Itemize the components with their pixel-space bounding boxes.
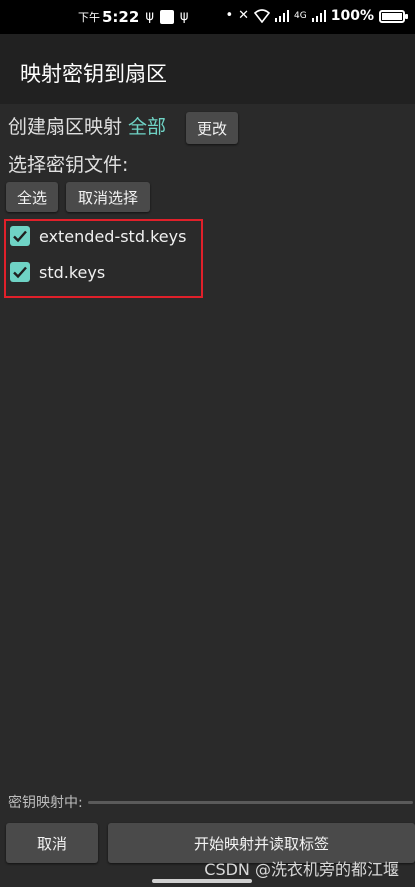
sector-mapping-label: 创建扇区映射 [8,116,123,138]
key-file-name: extended-std.keys [39,226,187,246]
key-file-name: std.keys [39,262,106,282]
usb-icon: ψ [145,9,154,24]
key-file-item[interactable]: std.keys [10,262,105,282]
sector-mapping-value: 全部 [128,116,167,138]
battery-icon [379,9,408,23]
battery-percent: 100% [330,8,374,24]
status-ampm: 下午 [78,11,100,24]
checkbox-checked[interactable] [10,226,30,246]
progress-bar [87,800,413,804]
progress-label: 密钥映射中: [8,795,83,811]
watermark: CSDN @洗衣机旁的都江堰 [204,860,399,879]
checkmark-icon [13,266,27,279]
status-bar: 下午 5:22 ψ ψ • ✕ 4G 100% [0,0,415,34]
change-button[interactable]: 更改 [186,112,238,144]
key-file-title: 选择密钥文件: [8,154,129,176]
wifi-icon [254,9,271,23]
signal-icon-2 [311,10,326,22]
mapping-progress-row: 密钥映射中: [8,792,413,812]
usb-icon-2: ψ [179,9,189,24]
signal-icon [275,10,290,22]
mute-icon: ✕ [238,8,250,23]
status-right: • ✕ 4G 100% [225,8,408,24]
page-title: 映射密钥到扇区 [20,62,167,86]
status-left: 下午 5:22 ψ ψ [78,8,188,26]
key-file-item[interactable]: extended-std.keys [10,226,186,246]
select-all-button[interactable]: 全选 [6,182,58,212]
checkmark-icon [13,230,27,243]
checkbox-checked[interactable] [10,262,30,282]
notification-icon [159,10,174,24]
network-type: 4G [294,11,307,21]
deselect-all-button[interactable]: 取消选择 [66,182,150,212]
sector-mapping-row: 创建扇区映射 全部 [8,112,166,139]
dot-icon: • [225,8,234,23]
gesture-nav-bar[interactable] [152,879,252,883]
cancel-button[interactable]: 取消 [6,823,98,863]
app-bar: 映射密钥到扇区 [0,34,415,104]
status-time: 5:22 [102,8,140,26]
